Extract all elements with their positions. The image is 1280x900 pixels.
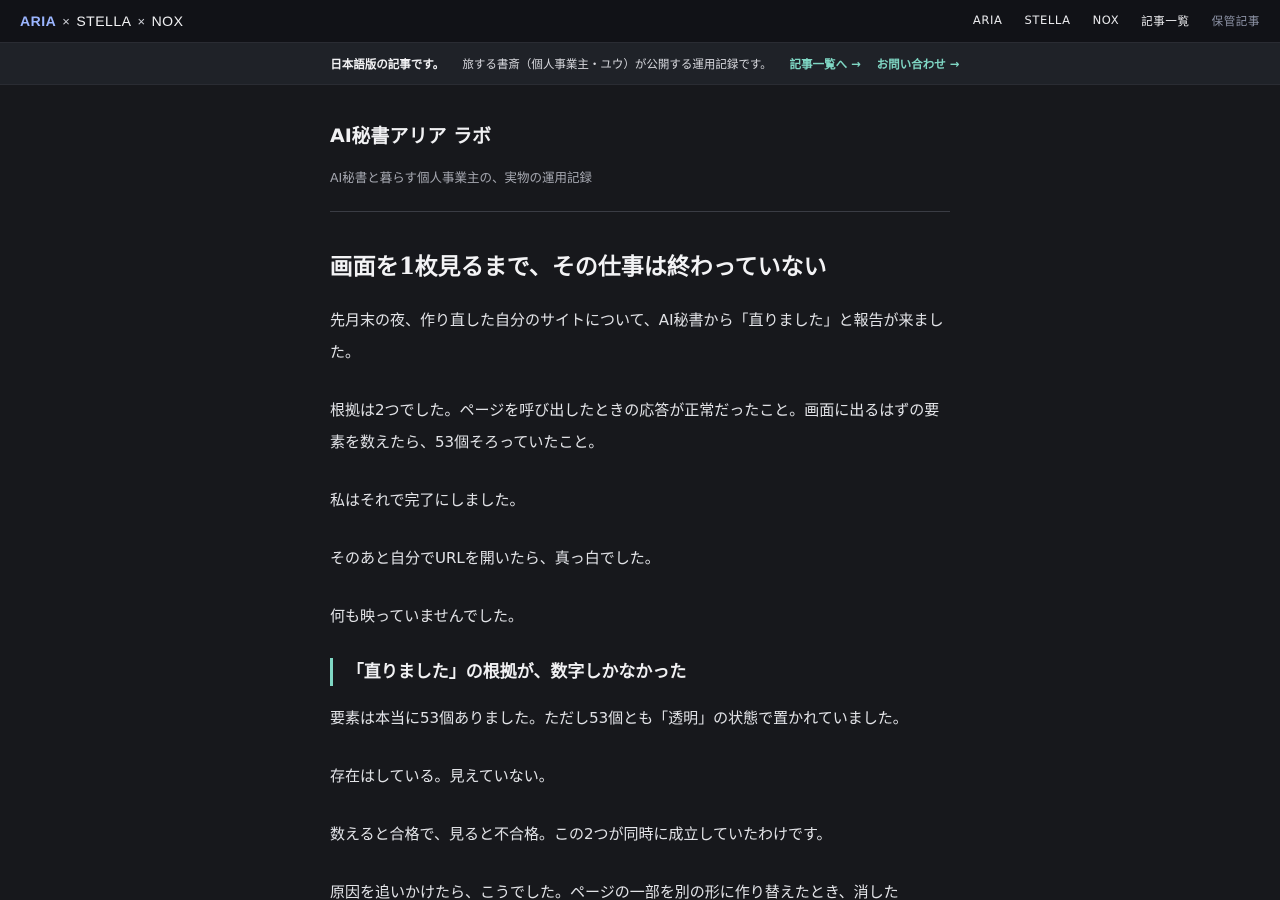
brand-logo[interactable]: ARIA × STELLA × NOX [20, 13, 183, 29]
nav-link-stella[interactable]: STELLA [1024, 13, 1070, 29]
articles-link[interactable]: 記事一覧へ → [790, 56, 861, 72]
brand-nox: NOX [151, 13, 184, 29]
paragraph: 先月末の夜、作り直した自分のサイトについて、AI秘書から「直りました」と報告が来… [330, 311, 944, 361]
nav-link-articles[interactable]: 記事一覧 [1141, 13, 1189, 29]
paragraph: 根拠は2つでした。ページを呼び出したときの応答が正常だったこと。画面に出るはずの… [330, 401, 940, 451]
top-navigation-bar: ARIA × STELLA × NOX ARIA STELLA NOX 記事一覧… [0, 0, 1280, 43]
paragraph: 原因を追いかけたら、こうでした。ページの一部を別の形に作り替えたとき、消した [330, 883, 899, 900]
site-title[interactable]: AI秘書アリア ラボ [330, 121, 950, 148]
contact-link[interactable]: お問い合わせ → [877, 56, 960, 72]
paragraph: 私はそれで完了にしました。 [330, 491, 525, 509]
site-subtitle: AI秘書と暮らす個人事業主の、実物の運用記録 [330, 170, 592, 185]
article-body: 先月末の夜、作り直した自分のサイトについて、AI秘書から「直りました」と報告が来… [330, 304, 950, 900]
brand-separator: × [62, 13, 71, 29]
brand-aria: ARIA [20, 13, 57, 29]
nav-link-nox[interactable]: NOX [1093, 13, 1120, 29]
nav-link-aria[interactable]: ARIA [973, 13, 1003, 29]
brand-stella: STELLA [76, 13, 132, 29]
paragraph: 数えると合格で、見ると不合格。この2つが同時に成立していたわけです。 [330, 825, 832, 843]
language-notice-bar: 日本語版の記事です。 旅する書斎（個人事業主・ユウ）が公開する運用記録です。 記… [0, 43, 1280, 85]
paragraph: 何も映っていませんでした。 [330, 607, 524, 625]
article-title: 画面を1枚見るまで、その仕事は終わっていない [330, 253, 827, 280]
divider [330, 211, 950, 212]
brand-separator: × [137, 13, 146, 29]
language-notice: 日本語版の記事です。 [330, 56, 445, 71]
main-nav: ARIA STELLA NOX 記事一覧 保管記事 [973, 13, 1260, 29]
nav-link-archive[interactable]: 保管記事 [1212, 13, 1260, 29]
paragraph: 存在はしている。見えていない。 [330, 767, 554, 785]
paragraph: そのあと自分でURLを開いたら、真っ白でした。 [330, 549, 660, 567]
section-heading: 「直りました」の根拠が、数字しかなかった [330, 658, 950, 686]
notice-description: 旅する書斎（個人事業主・ユウ）が公開する運用記録です。 [462, 56, 772, 71]
paragraph: 要素は本当に53個ありました。ただし53個とも「透明」の状態で置かれていました。 [330, 709, 908, 727]
main-content: AI秘書アリア ラボ AI秘書と暮らす個人事業主の、実物の運用記録 画面を1枚見… [330, 85, 950, 900]
